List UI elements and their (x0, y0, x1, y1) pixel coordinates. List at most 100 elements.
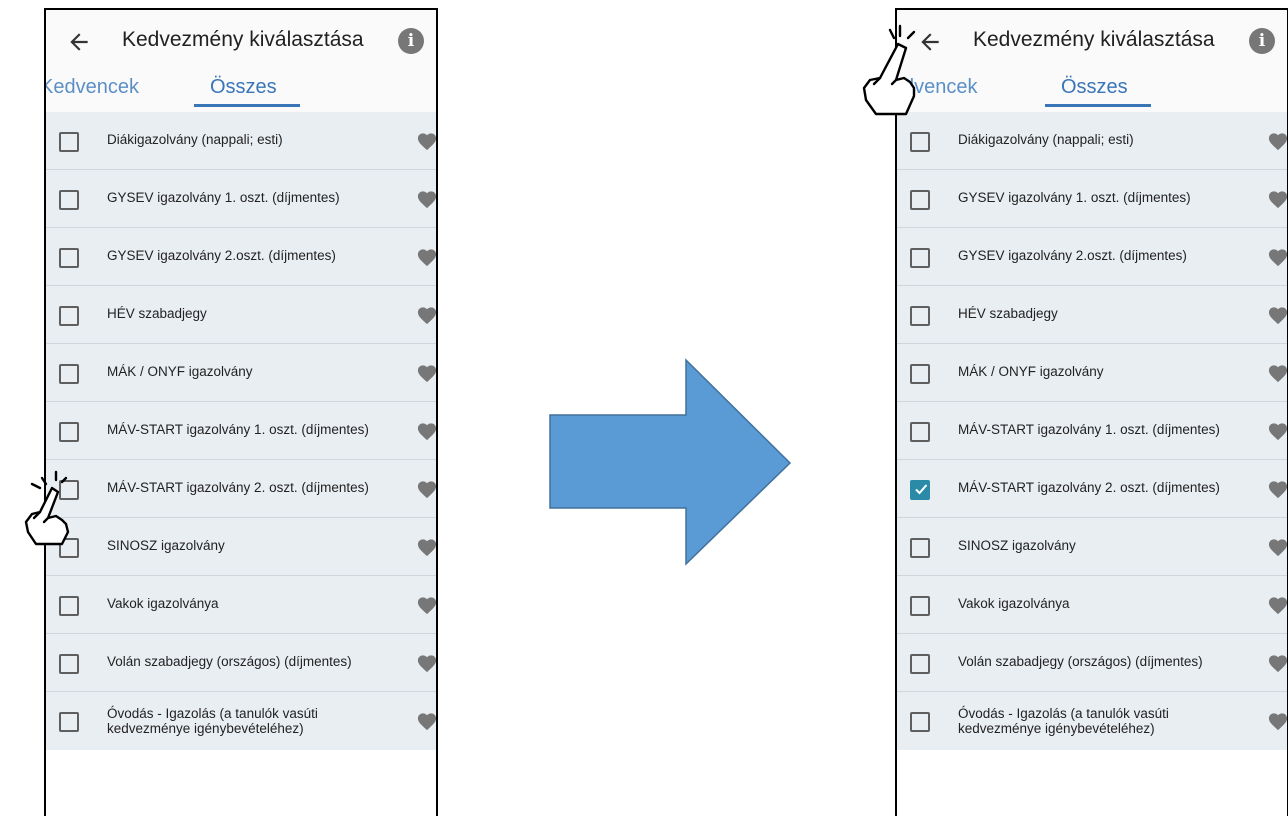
page-title: Kedvezmény kiválasztása (122, 28, 364, 51)
heart-icon[interactable] (1267, 595, 1288, 615)
list-item[interactable]: SINOSZ igazolvány (897, 518, 1287, 576)
discount-label: Diákigazolvány (nappali; esti) (958, 132, 1134, 147)
checkbox[interactable] (59, 306, 79, 326)
tab-all[interactable]: Összes (210, 76, 277, 99)
heart-icon[interactable] (1267, 653, 1288, 673)
discount-label: Vakok igazolványa (107, 596, 219, 611)
discount-label: GYSEV igazolvány 2.oszt. (díjmentes) (107, 248, 336, 263)
checkbox[interactable] (910, 712, 930, 732)
heart-icon[interactable] (1267, 247, 1288, 267)
discount-list: Diákigazolvány (nappali; esti) GYSEV igaz… (46, 112, 436, 750)
heart-icon[interactable] (416, 247, 438, 267)
heart-icon[interactable] (416, 305, 438, 325)
checkbox[interactable] (59, 422, 79, 442)
discount-label: Volán szabadjegy (országos) (díjmentes) (958, 654, 1203, 669)
list-item[interactable]: Diákigazolvány (nappali; esti) (897, 112, 1287, 170)
heart-icon[interactable] (416, 653, 438, 673)
list-item[interactable]: Volán szabadjegy (országos) (díjmentes) (897, 634, 1287, 692)
checkbox[interactable] (910, 132, 930, 152)
heart-icon[interactable] (416, 421, 438, 441)
checkbox[interactable] (910, 596, 930, 616)
discount-label: HÉV szabadjegy (958, 306, 1058, 321)
heart-icon[interactable] (416, 595, 438, 615)
list-item[interactable]: MÁK / ONYF igazolvány (897, 344, 1287, 402)
tab-indicator (194, 104, 300, 107)
list-item[interactable]: MÁV-START igazolvány 2. oszt. (díjmentes… (46, 460, 436, 518)
heart-icon[interactable] (1267, 189, 1288, 209)
checkbox[interactable] (59, 132, 79, 152)
checkbox[interactable] (59, 364, 79, 384)
heart-icon[interactable] (416, 131, 438, 151)
heart-icon[interactable] (1267, 305, 1288, 325)
checkbox[interactable] (59, 596, 79, 616)
tab-bar: dvencek Összes (897, 72, 1287, 112)
list-item[interactable]: GYSEV igazolvány 1. oszt. (díjmentes) (897, 170, 1287, 228)
list-item[interactable]: MÁK / ONYF igazolvány (46, 344, 436, 402)
heart-icon[interactable] (416, 189, 438, 209)
heart-icon[interactable] (1267, 479, 1288, 499)
checkbox[interactable] (910, 480, 930, 500)
pointing-hand-icon (24, 470, 70, 546)
discount-label: SINOSZ igazolvány (958, 538, 1076, 553)
heart-icon[interactable] (1267, 711, 1288, 731)
discount-label: Óvodás - Igazolás (a tanulók vasúti kedv… (107, 706, 318, 736)
checkbox[interactable] (59, 654, 79, 674)
phone-screen-after: Kedvezmény kiválasztása i dvencek Összes… (895, 8, 1288, 816)
discount-label: MÁV-START igazolvány 2. oszt. (díjmentes… (958, 480, 1220, 495)
heart-icon[interactable] (416, 479, 438, 499)
arrow-back-icon[interactable] (66, 29, 92, 55)
discount-label: MÁK / ONYF igazolvány (107, 364, 253, 379)
pointing-hand-icon (862, 24, 916, 116)
heart-icon[interactable] (416, 537, 438, 557)
list-item[interactable]: Vakok igazolványa (46, 576, 436, 634)
checkbox[interactable] (59, 248, 79, 268)
checkbox[interactable] (910, 654, 930, 674)
heart-icon[interactable] (416, 711, 438, 731)
list-item[interactable]: SINOSZ igazolvány (46, 518, 436, 576)
discount-label: Volán szabadjegy (országos) (díjmentes) (107, 654, 352, 669)
list-item[interactable]: MÁV-START igazolvány 1. oszt. (díjmentes… (897, 402, 1287, 460)
checkbox[interactable] (910, 364, 930, 384)
tab-indicator (1045, 104, 1151, 107)
list-item[interactable]: Volán szabadjegy (országos) (díjmentes) (46, 634, 436, 692)
info-icon[interactable]: i (398, 28, 424, 54)
heart-icon[interactable] (1267, 537, 1288, 557)
list-item[interactable]: HÉV szabadjegy (46, 286, 436, 344)
list-item[interactable]: MÁV-START igazolvány 2. oszt. (díjmentes… (897, 460, 1287, 518)
discount-label: GYSEV igazolvány 1. oszt. (díjmentes) (107, 190, 340, 205)
list-item[interactable]: Diákigazolvány (nappali; esti) (46, 112, 436, 170)
heart-icon[interactable] (1267, 363, 1288, 383)
list-item[interactable]: MÁV-START igazolvány 1. oszt. (díjmentes… (46, 402, 436, 460)
tab-all[interactable]: Összes (1061, 76, 1128, 99)
checkbox[interactable] (910, 422, 930, 442)
discount-label: GYSEV igazolvány 1. oszt. (díjmentes) (958, 190, 1191, 205)
list-item[interactable]: Óvodás - Igazolás (a tanulók vasúti kedv… (897, 692, 1287, 750)
heart-icon[interactable] (416, 363, 438, 383)
list-item[interactable]: Vakok igazolványa (897, 576, 1287, 634)
heart-icon[interactable] (1267, 421, 1288, 441)
right-arrow-icon (549, 358, 792, 566)
checkbox[interactable] (59, 712, 79, 732)
discount-label: MÁV-START igazolvány 1. oszt. (díjmentes… (958, 422, 1220, 437)
checkbox[interactable] (910, 248, 930, 268)
list-item[interactable]: GYSEV igazolvány 2.oszt. (díjmentes) (897, 228, 1287, 286)
checkbox[interactable] (59, 190, 79, 210)
tab-bar: Kedvencek Összes (46, 72, 436, 112)
discount-label: MÁV-START igazolvány 1. oszt. (díjmentes… (107, 422, 369, 437)
checkbox[interactable] (910, 190, 930, 210)
checkbox[interactable] (910, 538, 930, 558)
discount-label: HÉV szabadjegy (107, 306, 207, 321)
info-icon[interactable]: i (1249, 28, 1275, 54)
heart-icon[interactable] (1267, 131, 1288, 151)
discount-label: SINOSZ igazolvány (107, 538, 225, 553)
discount-label: MÁV-START igazolvány 2. oszt. (díjmentes… (107, 480, 369, 495)
page-title: Kedvezmény kiválasztása (973, 28, 1215, 51)
list-item[interactable]: Óvodás - Igazolás (a tanulók vasúti kedv… (46, 692, 436, 750)
list-item[interactable]: GYSEV igazolvány 1. oszt. (díjmentes) (46, 170, 436, 228)
app-bar: Kedvezmény kiválasztása i (897, 10, 1287, 72)
tab-favorites[interactable]: Kedvencek (46, 76, 139, 99)
checkbox[interactable] (910, 306, 930, 326)
list-item[interactable]: HÉV szabadjegy (897, 286, 1287, 344)
discount-label: Óvodás - Igazolás (a tanulók vasúti kedv… (958, 706, 1169, 736)
list-item[interactable]: GYSEV igazolvány 2.oszt. (díjmentes) (46, 228, 436, 286)
